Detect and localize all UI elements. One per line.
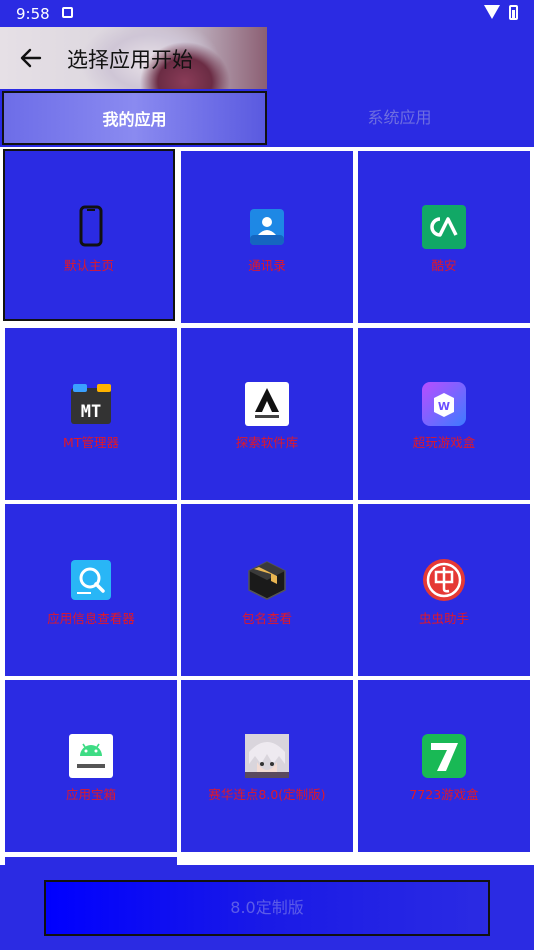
app-bar: 选择应用开始	[0, 27, 534, 89]
app-label: 7723游戏盒	[409, 787, 479, 802]
app-label: MT管理器	[63, 435, 119, 450]
app-grid: 默认主页 通讯录 酷安 MT MT管理器 探索软件库 W 超玩游戏盒 应用信息查…	[0, 147, 534, 865]
app-label: 包名查看	[241, 611, 292, 626]
app-label: 超玩游戏盒	[412, 435, 476, 450]
game-box-icon: W	[422, 382, 466, 426]
app-tile-app-treasure[interactable]: 应用宝箱	[5, 680, 177, 852]
svg-text:MT: MT	[81, 402, 101, 422]
svg-text:W: W	[438, 400, 450, 413]
version-button[interactable]: 8.0定制版	[44, 880, 490, 936]
tab-my-apps[interactable]: 我的应用	[2, 91, 267, 145]
app-label: 虫虫助手	[418, 611, 469, 626]
app-label: 酷安	[431, 258, 457, 273]
app-tile-default-home[interactable]: 默认主页	[3, 149, 175, 321]
7723-icon	[422, 734, 466, 778]
app-tile-chongchong[interactable]: 虫虫助手	[358, 504, 530, 676]
wifi-icon	[484, 5, 500, 19]
app-tile-mt-manager[interactable]: MT MT管理器	[5, 328, 177, 500]
app-tile-7723-game-box[interactable]: 7723游戏盒	[358, 680, 530, 852]
app-label: 默认主页	[63, 258, 114, 273]
app-label: 赛华连点8.0(定制版)	[208, 787, 326, 802]
status-time: 9:58	[16, 5, 50, 23]
back-arrow-icon[interactable]	[20, 45, 42, 71]
app-tile-explore-software[interactable]: 探索软件库	[181, 328, 353, 500]
bottom-bar: 8.0定制版	[0, 865, 534, 950]
chongchong-icon	[422, 558, 466, 602]
app-tile-super-game-box[interactable]: W 超玩游戏盒	[358, 328, 530, 500]
anime-avatar-icon	[245, 734, 289, 778]
tab-system-apps[interactable]: 系统应用	[267, 91, 532, 145]
contacts-icon	[245, 205, 289, 249]
app-tile-app-info-viewer[interactable]: 应用信息查看器	[5, 504, 177, 676]
app-tile-coolapk[interactable]: 酷安	[358, 151, 530, 323]
app-tile-package-viewer[interactable]: 包名查看	[181, 504, 353, 676]
android-icon	[69, 734, 113, 778]
app-tile-contacts[interactable]: 通讯录	[181, 151, 353, 323]
app-label: 应用信息查看器	[47, 611, 135, 626]
package-box-icon	[245, 558, 289, 602]
notification-icon	[62, 7, 73, 18]
coolapk-icon	[422, 205, 466, 249]
app-tile-saihua-clicker[interactable]: 赛华连点8.0(定制版)	[181, 680, 353, 852]
mt-manager-icon: MT	[69, 382, 113, 426]
app-label: 应用宝箱	[65, 787, 116, 802]
app-label: 探索软件库	[235, 435, 299, 450]
phone-icon	[69, 205, 113, 249]
app-tile-partial[interactable]	[5, 857, 177, 865]
app-info-icon	[69, 558, 113, 602]
battery-icon	[509, 5, 518, 20]
explore-software-icon	[245, 382, 289, 426]
status-bar: 9:58	[0, 0, 534, 27]
app-label: 通讯录	[248, 258, 286, 273]
tab-bar: 我的应用 系统应用	[0, 89, 534, 147]
page-title: 选择应用开始	[67, 48, 193, 72]
